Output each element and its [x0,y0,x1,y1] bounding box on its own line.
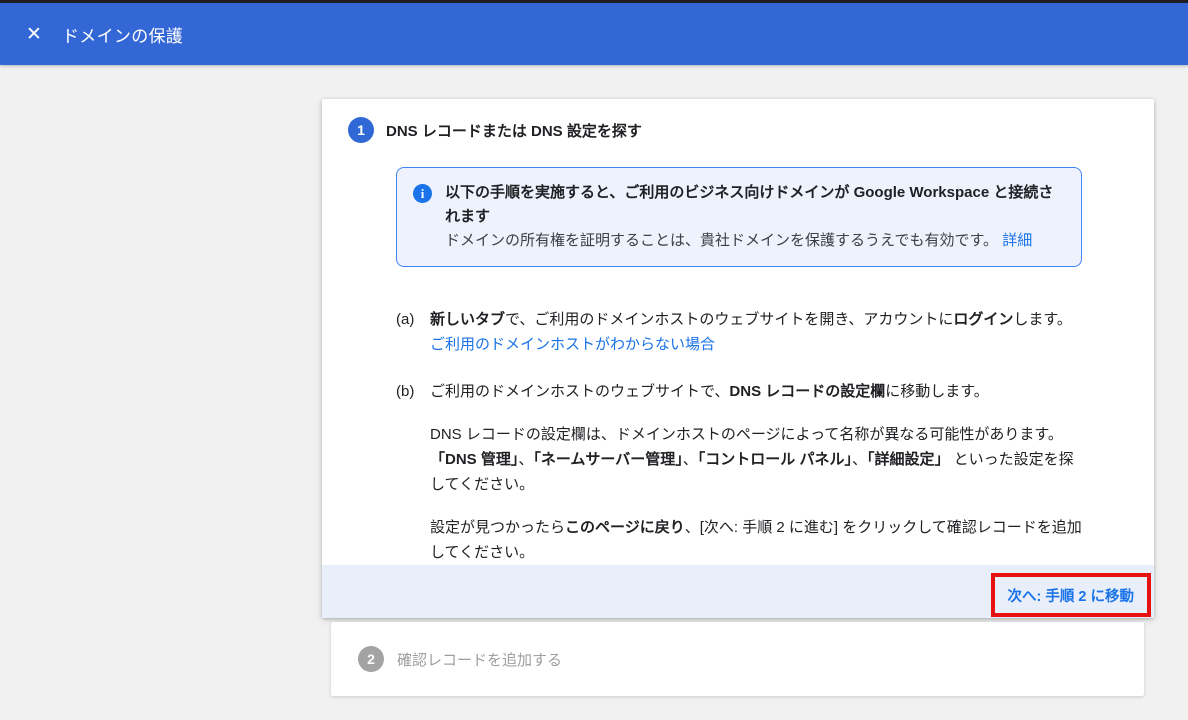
item-b-marker: (b) [396,379,430,565]
step2-card[interactable]: 2 確認レコードを追加する [331,622,1144,696]
step1-header: 1 DNS レコードまたは DNS 設定を探す [322,99,1154,143]
step1-number-badge: 1 [348,117,374,143]
step1-title: DNS レコードまたは DNS 設定を探す [386,120,642,141]
list-item-a: (a) 新しいタブで、ご利用のドメインホストのウェブサイトを開き、アカウントにロ… [396,307,1082,357]
step2-number-badge: 2 [358,646,384,672]
step1-card: 1 DNS レコードまたは DNS 設定を探す i 以下の手順を実施すると、ご利… [322,99,1154,618]
item-a-marker: (a) [396,307,430,357]
item-a-text: 新しいタブで、ご利用のドメインホストのウェブサイトを開き、アカウントにログインし… [430,307,1082,357]
dialog-header: ✕ ドメインの保護 [0,3,1188,65]
info-icon: i [413,184,432,203]
list-item-b: (b) ご利用のドメインホストのウェブサイトで、DNS レコードの設定欄に移動し… [396,379,1082,565]
details-link[interactable]: 詳細 [1002,232,1032,249]
info-banner-text: 以下の手順を実施すると、ご利用のビジネス向けドメインが Google Works… [445,181,1065,253]
unknown-host-link[interactable]: ご利用のドメインホストがわからない場合 [430,336,715,353]
next-step-link[interactable]: 次へ: 手順 2 に移動 [1008,585,1134,606]
instruction-list: (a) 新しいタブで、ご利用のドメインホストのウェブサイトを開き、アカウントにロ… [396,307,1082,565]
item-b-text: ご利用のドメインホストのウェブサイトで、DNS レコードの設定欄に移動します。 … [430,379,1082,565]
item-b-paragraph-2: 設定が見つかったらこのページに戻り、[次へ: 手順 2 に進む] をクリックして… [430,515,1082,565]
info-banner: i 以下の手順を実施すると、ご利用のビジネス向けドメインが Google Wor… [396,167,1082,267]
annotation-highlight-box: 次へ: 手順 2 に移動 [991,573,1151,617]
step1-footer-bar: 次へ: 手順 2 に移動 [322,565,1154,618]
dialog-title: ドメインの保護 [62,22,183,47]
info-banner-heading: 以下の手順を実施すると、ご利用のビジネス向けドメインが Google Works… [445,184,1053,225]
item-b-paragraph-1: DNS レコードの設定欄は、ドメインホストのページによって名称が異なる可能性があ… [430,422,1082,497]
close-glyph: ✕ [26,25,42,44]
step2-title: 確認レコードを追加する [397,649,562,670]
close-icon[interactable]: ✕ [14,14,54,54]
info-banner-body: ドメインの所有権を証明することは、貴社ドメインを保護するうえでも有効です。 [445,232,1002,249]
